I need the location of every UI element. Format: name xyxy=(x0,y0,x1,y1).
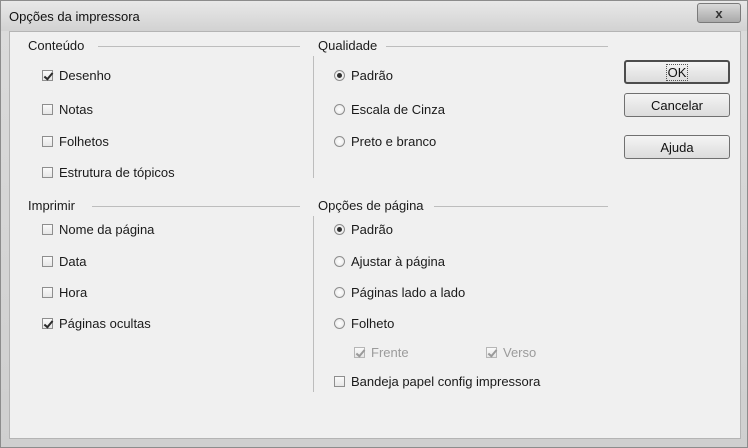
checkbox-box[interactable] xyxy=(42,256,53,267)
radio-button[interactable] xyxy=(334,318,345,329)
checkbox-verso[interactable]: Verso xyxy=(486,345,536,360)
checkbox-notas[interactable]: Notas xyxy=(42,102,93,117)
radio-label: Padrão xyxy=(351,68,393,83)
checkbox-hora[interactable]: Hora xyxy=(42,285,87,300)
help-button-label: Ajuda xyxy=(660,139,694,155)
checkbox-label: Bandeja papel config impressora xyxy=(351,374,541,389)
group-divider-conteudo xyxy=(98,46,300,47)
close-icon: x xyxy=(715,5,723,21)
group-divider-imprimir xyxy=(92,206,300,207)
radio-pagina-padrao[interactable]: Padrão xyxy=(334,222,393,237)
radio-button[interactable] xyxy=(334,224,345,235)
group-vertical-divider-2 xyxy=(313,216,314,392)
checkbox-data[interactable]: Data xyxy=(42,254,86,269)
group-label-conteudo: Conteúdo xyxy=(28,38,85,53)
radio-button[interactable] xyxy=(334,256,345,267)
radio-label: Páginas lado a lado xyxy=(351,285,466,300)
radio-paginas-lado-a-lado[interactable]: Páginas lado a lado xyxy=(334,285,465,300)
checkbox-box[interactable] xyxy=(42,287,53,298)
checkbox-nome-pagina[interactable]: Nome da página xyxy=(42,222,154,237)
group-label-imprimir: Imprimir xyxy=(28,198,75,213)
checkbox-paginas-ocultas[interactable]: Páginas ocultas xyxy=(42,316,151,331)
checkbox-frente[interactable]: Frente xyxy=(354,345,409,360)
checkbox-label: Estrutura de tópicos xyxy=(59,165,175,180)
printer-options-dialog: Opções da impressora x Conteúdo Desenho … xyxy=(0,0,748,448)
checkbox-label: Notas xyxy=(59,102,93,117)
checkbox-box[interactable] xyxy=(334,376,345,387)
checkbox-label: Data xyxy=(59,254,87,269)
group-label-qualidade: Qualidade xyxy=(318,38,378,53)
checkbox-estrutura-topicos[interactable]: Estrutura de tópicos xyxy=(42,165,175,180)
checkbox-bandeja-papel[interactable]: Bandeja papel config impressora xyxy=(334,374,540,389)
radio-ajustar-pagina[interactable]: Ajustar à página xyxy=(334,254,445,269)
checkbox-desenho[interactable]: Desenho xyxy=(42,68,111,83)
radio-button[interactable] xyxy=(334,136,345,147)
checkbox-label: Verso xyxy=(503,345,537,360)
title-bar: Opções da impressora x xyxy=(1,1,747,31)
dialog-client-area: Conteúdo Desenho Notas Folhetos Estrutur… xyxy=(9,31,741,439)
radio-folheto[interactable]: Folheto xyxy=(334,316,394,331)
checkbox-box[interactable] xyxy=(42,224,53,235)
checkbox-label: Frente xyxy=(371,345,409,360)
checkbox-box[interactable] xyxy=(42,70,53,81)
group-divider-opcoes-pagina xyxy=(434,206,608,207)
checkbox-box[interactable] xyxy=(42,318,53,329)
group-vertical-divider xyxy=(313,56,314,178)
radio-button[interactable] xyxy=(334,287,345,298)
cancel-button-label: Cancelar xyxy=(650,97,704,113)
checkbox-box[interactable] xyxy=(42,136,53,147)
radio-label: Ajustar à página xyxy=(351,254,445,269)
checkbox-folhetos[interactable]: Folhetos xyxy=(42,134,109,149)
radio-label: Padrão xyxy=(351,222,393,237)
radio-preto-branco[interactable]: Preto e branco xyxy=(334,134,436,149)
checkbox-label: Hora xyxy=(59,285,88,300)
ok-button[interactable]: OK xyxy=(624,60,730,84)
radio-escala-cinza[interactable]: Escala de Cinza xyxy=(334,102,445,117)
radio-label: Folheto xyxy=(351,316,395,331)
checkbox-label: Folhetos xyxy=(59,134,109,149)
radio-qualidade-padrao[interactable]: Padrão xyxy=(334,68,393,83)
checkbox-label: Páginas ocultas xyxy=(59,316,151,331)
cancel-button[interactable]: Cancelar xyxy=(624,93,730,117)
close-button[interactable]: x xyxy=(697,3,741,23)
radio-label: Escala de Cinza xyxy=(351,102,445,117)
radio-label: Preto e branco xyxy=(351,134,437,149)
checkbox-label: Nome da página xyxy=(59,222,155,237)
checkbox-box[interactable] xyxy=(42,104,53,115)
checkbox-box[interactable] xyxy=(354,347,365,358)
checkbox-box[interactable] xyxy=(486,347,497,358)
checkbox-label: Desenho xyxy=(59,68,112,83)
ok-button-label: OK xyxy=(665,63,689,81)
radio-button[interactable] xyxy=(334,70,345,81)
group-divider-qualidade xyxy=(386,46,608,47)
radio-button[interactable] xyxy=(334,104,345,115)
window-title: Opções da impressora xyxy=(9,9,140,24)
checkbox-box[interactable] xyxy=(42,167,53,178)
help-button[interactable]: Ajuda xyxy=(624,135,730,159)
group-label-opcoes-pagina: Opções de página xyxy=(318,198,424,213)
